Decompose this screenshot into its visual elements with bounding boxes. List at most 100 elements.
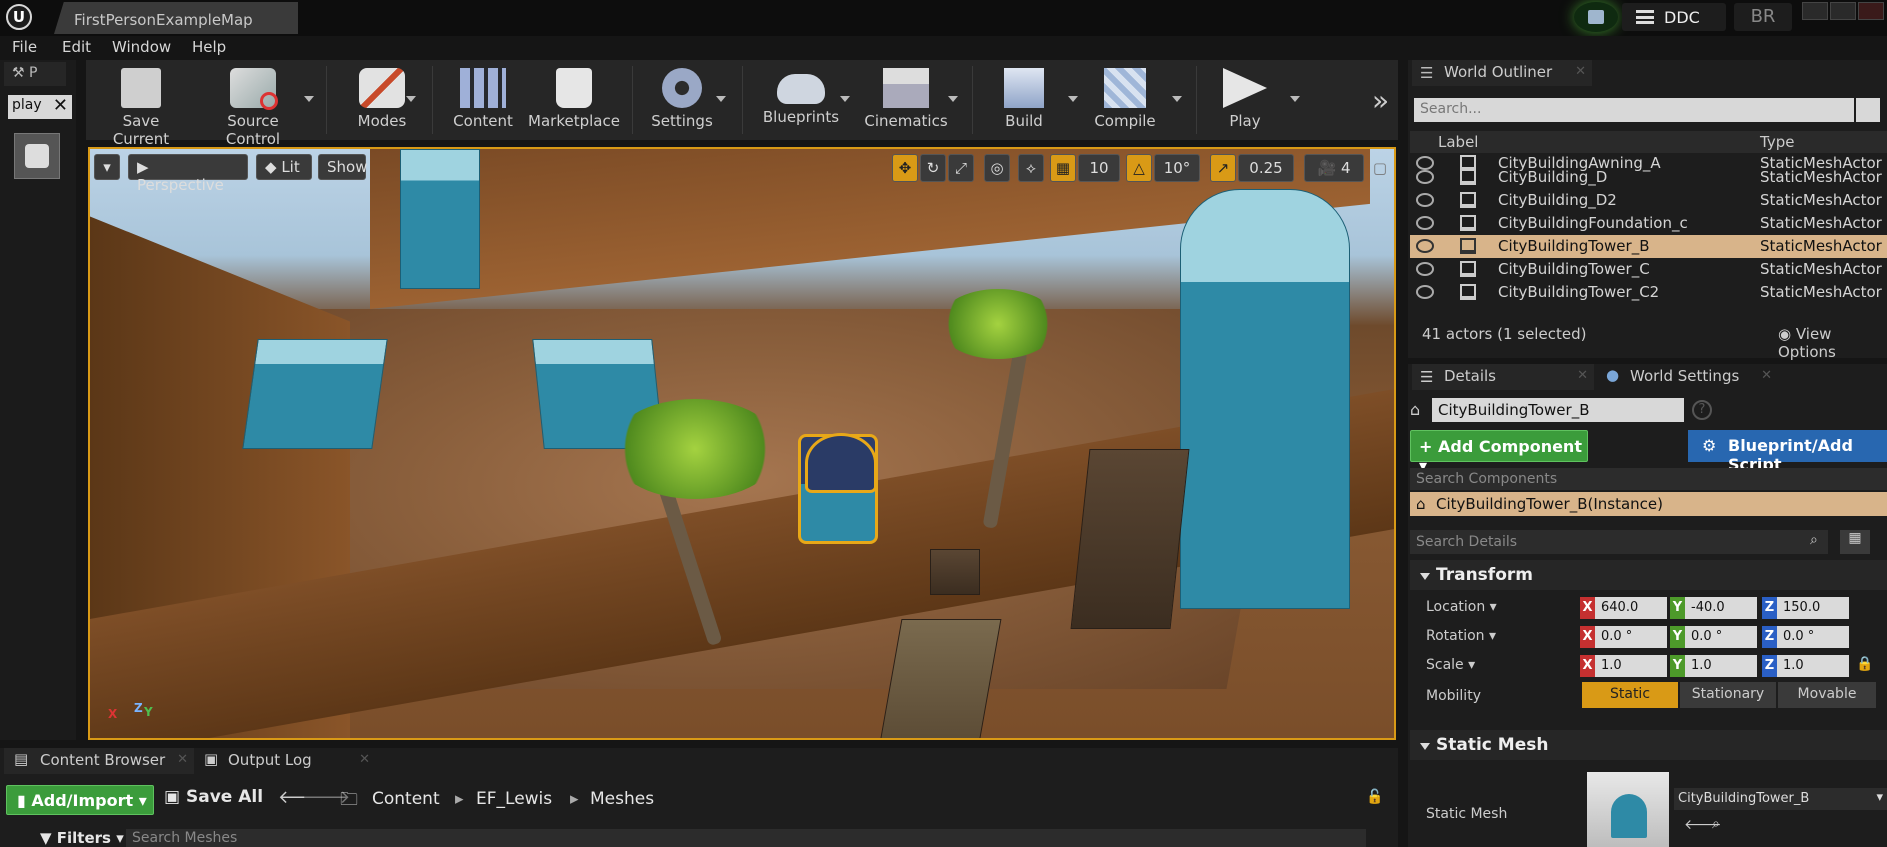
viewport-perspective-button[interactable]: ▶ Perspective bbox=[128, 154, 248, 194]
menu-file[interactable]: File bbox=[12, 38, 37, 56]
source-control-status-icon[interactable] bbox=[1574, 2, 1618, 32]
breadcrumb-content[interactable]: Content bbox=[372, 789, 440, 809]
col-type[interactable]: Type bbox=[1760, 133, 1794, 151]
blueprints-button[interactable]: Blueprints bbox=[760, 64, 842, 138]
rotation-label[interactable]: Rotation ▾ bbox=[1426, 628, 1496, 644]
tab-content-browser[interactable]: ▤ Content Browser ✕ bbox=[4, 748, 194, 774]
section-transform[interactable]: Transform bbox=[1410, 560, 1887, 590]
location-label[interactable]: Location ▾ bbox=[1426, 599, 1497, 615]
static-mesh-dropdown[interactable]: CityBuildingTower_B ▾ bbox=[1674, 788, 1887, 810]
lock-icon[interactable]: 🔓 bbox=[1366, 789, 1383, 805]
filters-button[interactable]: ▼ Filters ▾ bbox=[40, 829, 124, 847]
play-dropdown-icon[interactable] bbox=[1290, 96, 1300, 102]
modes-search-input[interactable]: play ✕ bbox=[8, 95, 72, 119]
minimize-button[interactable] bbox=[1802, 2, 1828, 20]
lock-scale-icon[interactable]: 🔒 bbox=[1856, 656, 1873, 672]
menu-window[interactable]: Window bbox=[112, 38, 171, 56]
mobility-static-button[interactable]: Static bbox=[1582, 682, 1678, 708]
outliner-row-selected[interactable]: CityBuildingTower_B StaticMeshActor bbox=[1410, 235, 1887, 258]
clear-search-icon[interactable]: ✕ bbox=[53, 95, 68, 116]
grid-snap-value[interactable]: 10 bbox=[1078, 154, 1120, 182]
grid-snap-icon[interactable]: ▦ bbox=[1050, 154, 1076, 182]
play-button[interactable]: Play bbox=[1214, 64, 1276, 138]
close-tab-icon[interactable]: ✕ bbox=[1575, 64, 1586, 79]
visibility-eye-icon[interactable] bbox=[1416, 193, 1434, 207]
visibility-eye-icon[interactable] bbox=[1416, 170, 1434, 184]
location-z-field[interactable]: 150.0 bbox=[1777, 597, 1849, 619]
settings-button[interactable]: Settings bbox=[646, 64, 718, 138]
visibility-eye-icon[interactable] bbox=[1416, 285, 1434, 299]
search-icon[interactable]: ⌕ bbox=[1810, 532, 1818, 548]
mobility-stationary-button[interactable]: Stationary bbox=[1680, 682, 1776, 708]
compile-dropdown-icon[interactable] bbox=[1172, 96, 1182, 102]
surface-snap-icon[interactable]: ⟡ bbox=[1018, 154, 1044, 182]
scale-x-field[interactable]: 1.0 bbox=[1595, 655, 1667, 677]
viewport-options-button[interactable]: ▾ bbox=[94, 154, 120, 180]
outliner-row[interactable]: CityBuildingTower_C StaticMeshActor bbox=[1410, 258, 1887, 281]
visibility-eye-icon[interactable] bbox=[1416, 216, 1434, 230]
settings-dropdown-icon[interactable] bbox=[716, 96, 726, 102]
actor-name-field[interactable]: CityBuildingTower_B bbox=[1432, 398, 1684, 422]
section-static-mesh[interactable]: Static Mesh bbox=[1410, 730, 1887, 760]
scale-snap-value[interactable]: 0.25 bbox=[1238, 154, 1294, 182]
rotation-snap-icon[interactable]: △ bbox=[1126, 154, 1152, 182]
level-viewport[interactable]: X Z Y bbox=[88, 147, 1396, 740]
ddc-button[interactable]: DDC bbox=[1622, 3, 1726, 31]
menu-edit[interactable]: Edit bbox=[62, 38, 91, 56]
translate-tool-icon[interactable]: ✥ bbox=[892, 154, 918, 182]
scale-y-field[interactable]: 1.0 bbox=[1685, 655, 1757, 677]
world-local-icon[interactable]: ◎ bbox=[984, 154, 1010, 182]
location-x-field[interactable]: 640.0 bbox=[1595, 597, 1667, 619]
view-options-button[interactable]: ◉ View Options bbox=[1778, 325, 1887, 361]
source-control-dropdown-icon[interactable] bbox=[304, 96, 314, 102]
player-start-icon[interactable] bbox=[14, 133, 60, 179]
viewport-show-button[interactable]: Show bbox=[318, 154, 367, 180]
build-dropdown-icon[interactable] bbox=[1068, 96, 1078, 102]
breadcrumb-ef-lewis[interactable]: EF_Lewis bbox=[476, 789, 552, 809]
blueprints-dropdown-icon[interactable] bbox=[840, 96, 850, 102]
maximize-button[interactable] bbox=[1830, 2, 1856, 20]
col-label[interactable]: Label bbox=[1438, 133, 1478, 151]
tab-output-log[interactable]: ▣ Output Log ✕ bbox=[198, 748, 376, 774]
mobility-movable-button[interactable]: Movable bbox=[1778, 682, 1876, 708]
rotation-z-field[interactable]: 0.0 ° bbox=[1777, 626, 1849, 648]
close-tab-icon[interactable]: ✕ bbox=[359, 752, 370, 767]
outliner-row[interactable]: CityBuilding_D StaticMeshActor bbox=[1410, 166, 1887, 189]
breadcrumb-meshes[interactable]: Meshes bbox=[590, 789, 654, 809]
scale-label[interactable]: Scale ▾ bbox=[1426, 657, 1475, 673]
tab-details[interactable]: ☰ Details ✕ bbox=[1412, 364, 1594, 390]
rotate-tool-icon[interactable]: ↻ bbox=[920, 154, 946, 182]
outliner-row[interactable]: CityBuildingFoundation_c StaticMeshActor bbox=[1410, 212, 1887, 235]
close-window-button[interactable] bbox=[1858, 2, 1884, 20]
tab-map[interactable]: FirstPersonExampleMap bbox=[54, 2, 298, 34]
static-mesh-thumbnail[interactable] bbox=[1587, 772, 1669, 847]
viewport-lit-button[interactable]: ◆ Lit bbox=[256, 154, 312, 180]
menu-help[interactable]: Help bbox=[192, 38, 226, 56]
save-all-button[interactable]: ▣ Save All bbox=[164, 787, 263, 807]
tab-world-settings[interactable]: ● World Settings ✕ bbox=[1598, 364, 1778, 390]
tab-world-outliner[interactable]: ☰ World Outliner ✕ bbox=[1412, 60, 1592, 86]
compile-button[interactable]: Compile bbox=[1090, 64, 1160, 138]
location-y-field[interactable]: -40.0 bbox=[1685, 597, 1757, 619]
search-meshes-input[interactable]: Search Meshes bbox=[126, 829, 1366, 847]
br-button[interactable]: BR bbox=[1734, 3, 1792, 31]
help-icon[interactable]: ? bbox=[1692, 400, 1712, 420]
outliner-row[interactable]: CityBuilding_D2 StaticMeshActor bbox=[1410, 189, 1887, 212]
search-details-input[interactable]: Search Details bbox=[1410, 530, 1828, 554]
cinematics-dropdown-icon[interactable] bbox=[948, 96, 958, 102]
add-import-button[interactable]: ▮ Add/Import ▾ bbox=[6, 785, 154, 815]
toolbar-overflow-button[interactable]: » bbox=[1372, 84, 1389, 117]
close-tab-icon[interactable]: ✕ bbox=[1577, 368, 1588, 383]
scale-tool-icon[interactable]: ⤢ bbox=[948, 154, 974, 182]
content-button[interactable]: Content bbox=[448, 64, 518, 138]
build-button[interactable]: Build bbox=[992, 64, 1056, 138]
selected-actor-citybuildingtower-b[interactable] bbox=[798, 433, 878, 544]
scale-z-field[interactable]: 1.0 bbox=[1777, 655, 1849, 677]
source-control-button[interactable]: Source Control bbox=[198, 64, 308, 148]
cinematics-button[interactable]: Cinematics bbox=[864, 64, 948, 138]
add-component-button[interactable]: + Add Component ▾ bbox=[1410, 430, 1588, 475]
search-components-input[interactable]: Search Components bbox=[1410, 468, 1887, 490]
component-instance-row[interactable]: ⌂ CityBuildingTower_B(Instance) bbox=[1410, 492, 1887, 516]
save-current-button[interactable]: Save Current bbox=[96, 64, 186, 148]
search-icon[interactable] bbox=[1856, 98, 1880, 122]
